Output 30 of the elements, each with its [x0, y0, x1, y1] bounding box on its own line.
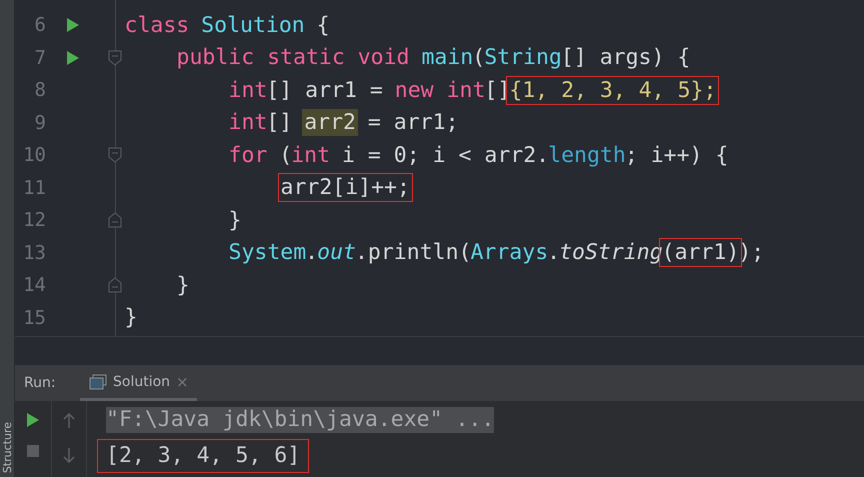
line-number: 11 [22, 176, 46, 199]
code-line: int[] arr2 = arr1; [228, 108, 458, 138]
down-arrow-icon[interactable] [63, 447, 75, 463]
structure-tab[interactable]: Structure [0, 422, 14, 473]
code-line: } [228, 206, 241, 235]
code-line: for (int i = 0; i < arr2.length; i++) { [228, 142, 728, 170]
code-line: class Solution { [124, 12, 330, 40]
console-icon [89, 374, 107, 390]
line-number: 12 [22, 209, 46, 232]
line-number: 13 [22, 242, 46, 264]
run-icon[interactable] [67, 50, 79, 65]
line-number: 14 [22, 274, 46, 296]
line-number: 15 [22, 306, 46, 329]
code-line: int[] arr1 = new int[]{1, 2, 3, 4, 5}; [122, 76, 716, 105]
fold-icon[interactable] [108, 277, 122, 294]
run-label: Run: [23, 375, 57, 391]
line-number: 6 [34, 14, 46, 36]
run-icon[interactable] [67, 18, 79, 32]
fold-icon[interactable] [108, 212, 122, 228]
code-line: public static void main(String[] args) { [176, 44, 690, 72]
fold-icon[interactable] [108, 147, 122, 164]
fold-icon[interactable] [108, 50, 122, 66]
line-number: 7 [34, 46, 46, 69]
line-number: 8 [34, 79, 46, 102]
line-number: 10 [22, 144, 46, 166]
run-icon[interactable] [27, 413, 39, 427]
code-line: } [124, 304, 137, 332]
code-line: } [176, 272, 189, 300]
up-arrow-icon[interactable] [63, 413, 75, 429]
line-number: 9 [34, 112, 46, 134]
